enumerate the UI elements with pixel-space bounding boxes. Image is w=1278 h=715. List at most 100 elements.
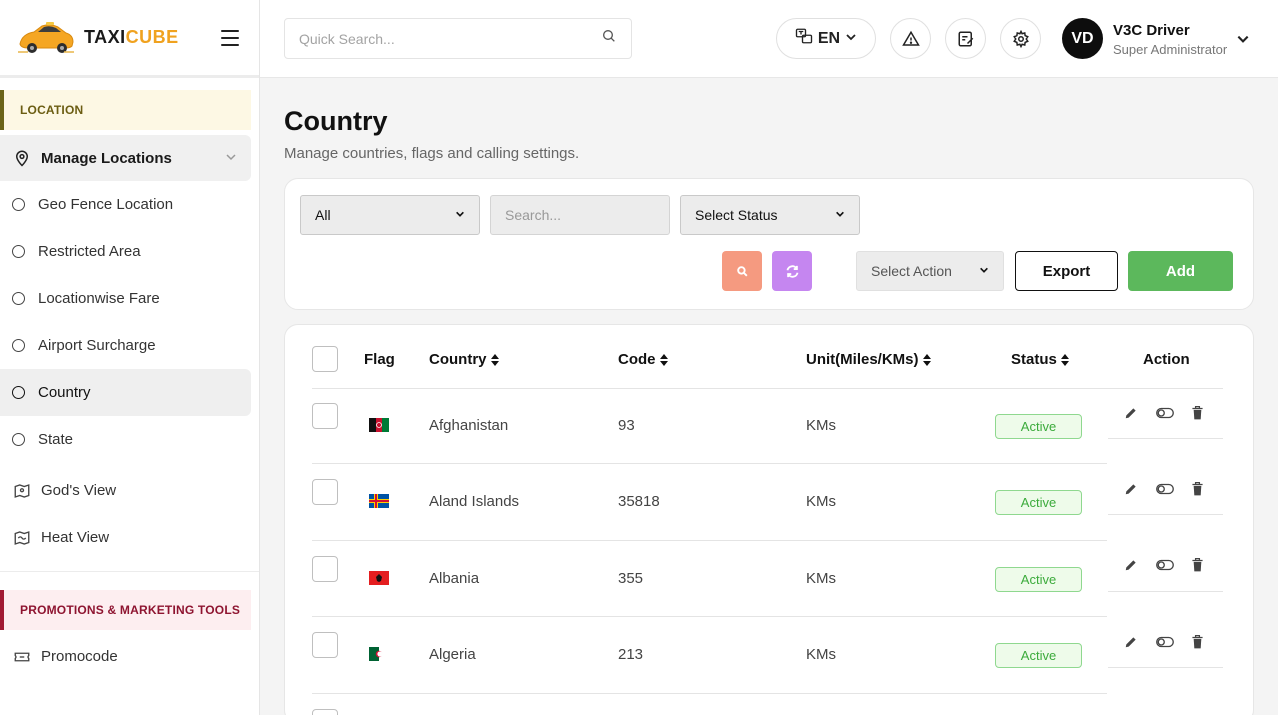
avatar[interactable]: VD <box>1062 18 1103 59</box>
flag-aland-islands-icon <box>369 494 389 508</box>
circle-icon <box>12 433 25 446</box>
sidebar: TAXICUBE LOCATION Manage Locations Geo F… <box>0 0 260 715</box>
add-button[interactable]: Add <box>1128 251 1233 291</box>
language-label: EN <box>817 29 841 47</box>
cell-country: Algeria <box>429 646 476 663</box>
toggle-icon[interactable] <box>1155 557 1175 573</box>
sidebar-item-heat-view[interactable]: Heat View <box>0 514 251 561</box>
sidebar-item-label: Country <box>38 384 91 401</box>
header-country[interactable]: Country <box>429 351 499 368</box>
sidebar-item-gods-view[interactable]: God's View <box>0 467 251 514</box>
brand-name: TAXICUBE <box>84 27 179 48</box>
section-location: LOCATION <box>0 90 251 130</box>
language-selector[interactable]: EN <box>776 18 876 59</box>
header-flag: Flag <box>364 351 395 368</box>
sidebar-item-label: Locationwise Fare <box>38 290 160 307</box>
type-filter-select[interactable]: All <box>300 195 480 235</box>
user-name[interactable]: V3C Driver <box>1113 22 1190 39</box>
row-checkbox[interactable] <box>312 709 338 715</box>
row-checkbox[interactable] <box>312 556 338 582</box>
trash-icon[interactable] <box>1189 557 1205 573</box>
sidebar-item-restricted-area[interactable]: Restricted Area <box>0 228 251 275</box>
brand-name-part2: CUBE <box>125 27 179 47</box>
chevron-down-icon <box>455 209 465 222</box>
sidebar-item-promocode[interactable]: Promocode <box>0 633 251 680</box>
warning-icon <box>901 30 920 46</box>
section-promotions: PROMOTIONS & MARKETING TOOLS <box>0 590 251 630</box>
refresh-icon <box>786 264 798 278</box>
sort-icon <box>922 353 931 366</box>
pencil-icon[interactable] <box>1123 634 1139 650</box>
status-badge: Active <box>995 414 1082 439</box>
row-checkbox[interactable] <box>312 403 338 429</box>
toggle-icon[interactable] <box>1155 634 1175 650</box>
export-button[interactable]: Export <box>1015 251 1118 291</box>
trash-icon[interactable] <box>1189 634 1205 650</box>
warning-button[interactable] <box>890 18 931 59</box>
search-icon <box>736 265 748 277</box>
pencil-icon[interactable] <box>1123 405 1139 421</box>
sidebar-item-airport-surcharge[interactable]: Airport Surcharge <box>0 322 251 369</box>
chevron-down-icon[interactable] <box>1236 32 1250 51</box>
sort-icon <box>490 353 499 366</box>
chevron-down-icon <box>845 30 857 48</box>
brand-name-part1: TAXI <box>84 27 126 47</box>
quick-search[interactable] <box>284 18 632 59</box>
bulk-action-select[interactable]: Select Action <box>856 251 1004 291</box>
brand: TAXICUBE <box>0 0 259 78</box>
heat-map-icon <box>12 528 32 548</box>
cell-code: 213 <box>618 646 644 663</box>
header-unit[interactable]: Unit(Miles/KMs) <box>806 351 931 368</box>
sidebar-item-label: Airport Surcharge <box>38 337 156 354</box>
select-all-checkbox[interactable] <box>312 346 338 372</box>
status-badge: Active <box>995 567 1082 592</box>
cell-code: 93 <box>618 417 635 434</box>
trash-icon[interactable] <box>1189 481 1205 497</box>
gear-icon <box>1012 29 1029 48</box>
chevron-down-icon <box>225 150 237 167</box>
chevron-down-icon <box>979 265 989 278</box>
status-badge: Active <box>995 490 1082 515</box>
row-divider <box>312 616 1107 617</box>
row-checkbox[interactable] <box>312 632 338 658</box>
notes-button[interactable] <box>945 18 986 59</box>
status-filter-select[interactable]: Select Status <box>680 195 860 235</box>
row-divider <box>1108 514 1223 515</box>
pencil-icon[interactable] <box>1123 481 1139 497</box>
row-divider <box>312 463 1107 464</box>
sidebar-item-state[interactable]: State <box>0 416 251 463</box>
pencil-icon[interactable] <box>1123 557 1139 573</box>
table-search-input[interactable] <box>490 195 670 235</box>
header-action-label: Action <box>1143 351 1190 368</box>
toggle-icon[interactable] <box>1155 481 1175 497</box>
reset-button[interactable] <box>772 251 812 291</box>
quick-search-input[interactable] <box>299 30 601 47</box>
circle-icon <box>12 292 25 305</box>
cell-code: 35818 <box>618 493 660 510</box>
header-status[interactable]: Status <box>1011 351 1069 368</box>
header-flag-label: Flag <box>364 351 395 368</box>
circle-icon <box>12 245 25 258</box>
header-unit-label: Unit(Miles/KMs) <box>806 351 919 368</box>
translate-icon <box>795 27 813 50</box>
sidebar-item-label: Heat View <box>41 529 110 546</box>
sidebar-item-locationwise-fare[interactable]: Locationwise Fare <box>0 275 251 322</box>
flag-albania-icon <box>369 571 389 585</box>
settings-button[interactable] <box>1000 18 1041 59</box>
cell-unit: KMs <box>806 570 836 587</box>
sidebar-item-geo-fence[interactable]: Geo Fence Location <box>0 181 251 228</box>
search-icon[interactable] <box>601 28 617 49</box>
header-code[interactable]: Code <box>618 351 668 368</box>
flag-afghanistan-icon <box>369 418 389 432</box>
sidebar-item-country[interactable]: Country <box>0 369 251 416</box>
sidebar-item-label: God's View <box>41 482 117 499</box>
toggle-icon[interactable] <box>1155 405 1175 421</box>
search-button[interactable] <box>722 251 762 291</box>
taxi-logo-icon <box>18 21 74 53</box>
row-checkbox[interactable] <box>312 479 338 505</box>
trash-icon[interactable] <box>1189 405 1205 421</box>
sidebar-item-label: Promocode <box>41 648 118 665</box>
sidebar-group-manage-locations[interactable]: Manage Locations <box>0 135 251 181</box>
hamburger-icon[interactable] <box>221 30 239 46</box>
header-status-label: Status <box>1011 351 1057 368</box>
